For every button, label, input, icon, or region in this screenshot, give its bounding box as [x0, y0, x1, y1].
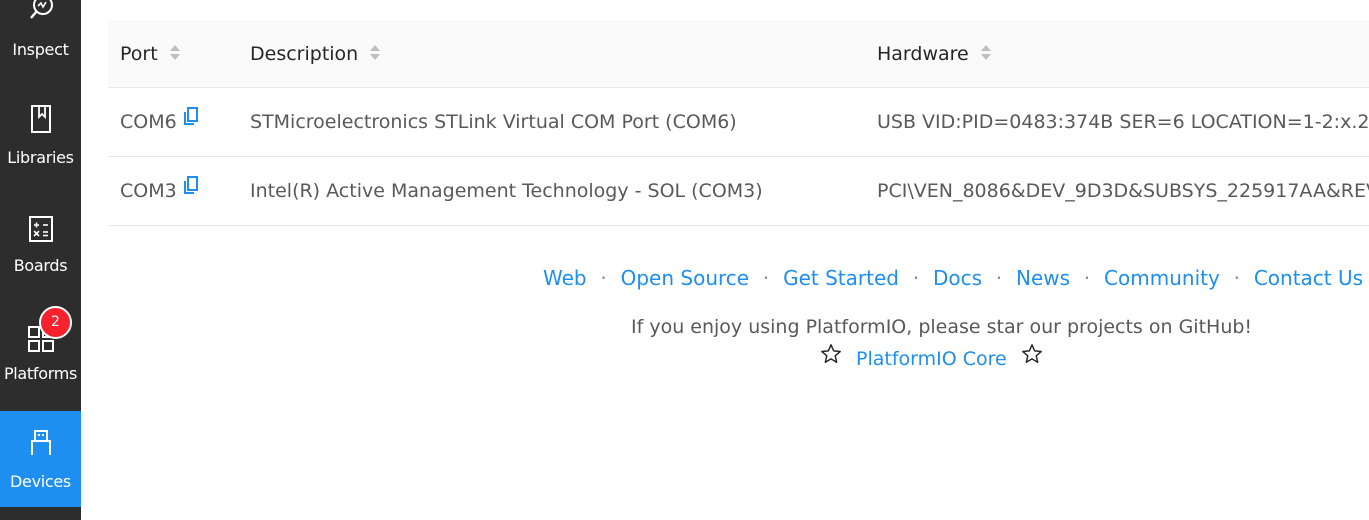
description-cell: Intel(R) Active Management Technology - …	[250, 180, 763, 202]
separator: ·	[1083, 266, 1091, 290]
table-row: COM6 STMicroelectronics STLink Virtual C…	[108, 88, 1369, 157]
calculator-icon	[0, 214, 81, 248]
devices-table: Port Description Hardware COM6 STMicroel…	[108, 20, 1369, 226]
sort-icon[interactable]	[169, 44, 181, 62]
star-icon	[820, 343, 842, 370]
nav-item-inspect[interactable]: Inspect	[0, 0, 81, 62]
sort-icon[interactable]	[980, 44, 992, 62]
github-star-prompt: If you enjoy using PlatformIO, please st…	[631, 316, 1253, 338]
nav-item-boards[interactable]: Boards	[0, 204, 81, 300]
separator: ·	[762, 266, 770, 290]
table-header: Port Description Hardware	[108, 20, 1369, 88]
port-cell: COM3	[120, 157, 199, 225]
copy-icon[interactable]	[183, 157, 199, 223]
footer-link-community[interactable]: Community	[1104, 266, 1220, 290]
separator: ·	[995, 266, 1003, 290]
nav-item-label: Libraries	[7, 148, 74, 167]
port-cell: COM6	[120, 88, 199, 156]
footer-link-get-started[interactable]: Get Started	[783, 266, 899, 290]
platformio-core-star-line: PlatformIO Core	[820, 343, 1043, 373]
separator: ·	[600, 266, 607, 290]
book-icon	[0, 104, 81, 138]
usb-icon	[0, 429, 81, 461]
footer-links: Web · Open Source · Get Started · Docs · News · Co…	[543, 266, 1363, 294]
nav-item-label: Boards	[13, 256, 68, 275]
hardware-cell: USB VID:PID=0483:374B SER=6 LOCATION=1-2…	[877, 111, 1369, 133]
platformio-core-link[interactable]: PlatformIO Core	[856, 348, 1007, 370]
star-icon	[1021, 343, 1043, 370]
column-header-port[interactable]: Port	[120, 20, 181, 88]
sort-icon[interactable]	[370, 44, 381, 62]
nav-item-label: Platforms	[3, 364, 78, 383]
sidebar: Inspect Libraries Boards Platforms 2 Dev…	[0, 0, 81, 520]
nav-item-label: Inspect	[12, 40, 69, 59]
hardware-cell: PCI\VEN_8086&DEV_9D3D&SUBSYS_225917AA&RE…	[877, 180, 1369, 202]
footer-link-web[interactable]: Web	[543, 266, 587, 290]
footer-link-contact-us[interactable]: Contact Us	[1254, 266, 1363, 290]
footer-link-docs[interactable]: Docs	[933, 266, 982, 290]
description-cell: STMicroelectronics STLink Virtual COM Po…	[250, 111, 737, 133]
separator: ·	[912, 266, 920, 290]
footer-link-news[interactable]: News	[1016, 266, 1070, 290]
column-header-hardware[interactable]: Hardware	[877, 20, 992, 88]
separator: ·	[1233, 266, 1240, 290]
nav-item-libraries[interactable]: Libraries	[0, 96, 81, 192]
table-row: COM3 Intel(R) Active Management Technolo…	[108, 157, 1369, 226]
nav-item-label: Devices	[10, 472, 71, 491]
footer-link-open-source[interactable]: Open Source	[621, 266, 749, 290]
nav-item-devices[interactable]: Devices	[0, 411, 81, 507]
notification-badge: 2	[39, 306, 72, 339]
inspect-icon	[0, 0, 81, 26]
copy-icon[interactable]	[183, 88, 199, 154]
column-header-description[interactable]: Description	[250, 20, 381, 88]
